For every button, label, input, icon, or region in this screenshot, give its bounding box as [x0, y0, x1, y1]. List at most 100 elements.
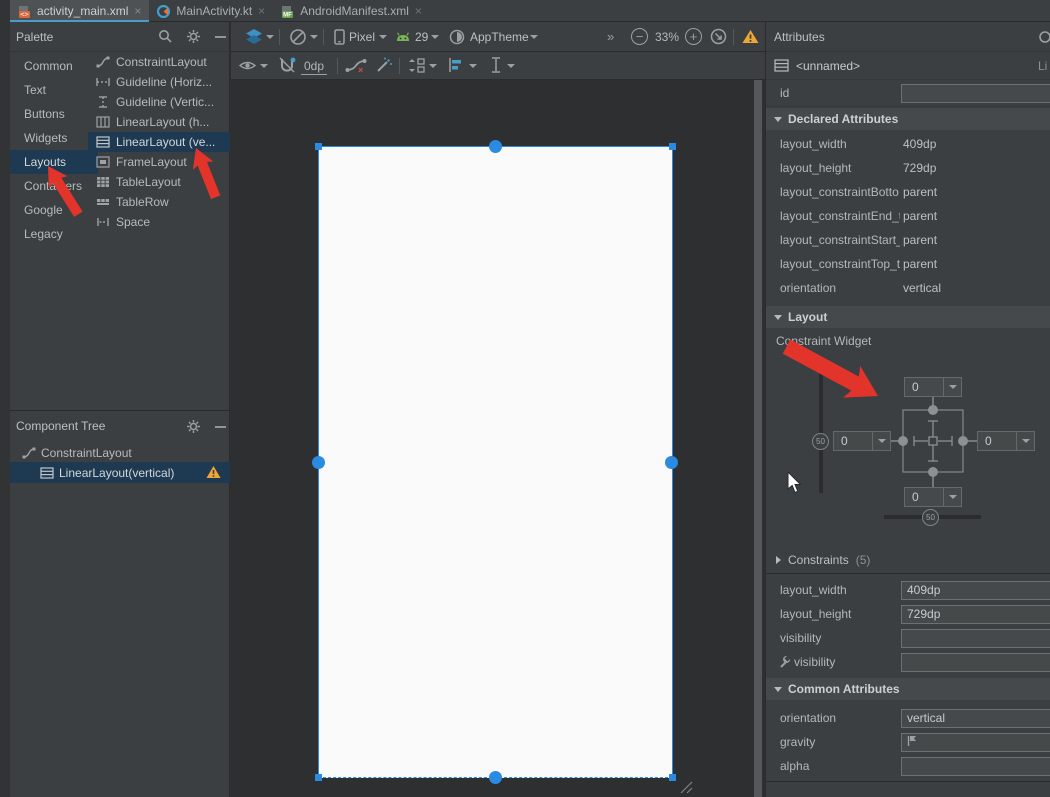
design-mode-icon[interactable]	[245, 29, 263, 45]
constraint-anchor-left[interactable]	[312, 456, 325, 469]
linearlayout-vertical-icon	[40, 467, 54, 479]
hide-panel-icon[interactable]	[214, 30, 227, 43]
attr-row-visibility[interactable]: visibility	[766, 626, 1050, 650]
palette-category-text[interactable]: Text	[10, 78, 88, 102]
toolbar-overflow-chevron[interactable]: »	[607, 29, 614, 44]
tab-mainactivity-kt[interactable]: MainActivity.kt ×	[149, 0, 273, 22]
chevron-down-icon[interactable]	[469, 64, 477, 68]
chevron-down-icon[interactable]	[507, 64, 515, 68]
gear-icon[interactable]	[186, 419, 201, 434]
palette-item-framelayout[interactable]: FrameLayout	[88, 152, 230, 172]
margin-left-dropdown[interactable]: 0	[833, 431, 891, 451]
orientation-icon[interactable]	[289, 28, 307, 46]
selection-handle-top-left[interactable]	[315, 143, 322, 150]
chevron-down-icon[interactable]	[266, 35, 274, 39]
section-common-attributes[interactable]: Common Attributes	[766, 678, 1050, 700]
palette-item-space[interactable]: Space	[88, 212, 230, 232]
device-icon[interactable]	[334, 29, 345, 45]
attr-row-constraint-end[interactable]: layout_constraintEnd_tparent	[766, 204, 1050, 228]
selection-handle-bottom-right[interactable]	[669, 774, 676, 781]
chevron-down-icon[interactable]	[260, 64, 268, 68]
constraint-anchor-bottom[interactable]	[489, 771, 502, 784]
id-input[interactable]	[901, 84, 1050, 103]
theme-icon[interactable]	[449, 29, 465, 45]
default-margin-button[interactable]: 0dp	[301, 59, 327, 75]
close-icon[interactable]: ×	[415, 4, 422, 18]
clear-constraints-icon[interactable]: ×	[345, 57, 367, 74]
attr-row-orientation[interactable]: orientationvertical	[766, 276, 1050, 300]
attr-row-layout-height[interactable]: layout_height729dp	[766, 156, 1050, 180]
attr-row-common-orientation[interactable]: orientationvertical	[766, 706, 1050, 730]
close-icon[interactable]: ×	[258, 4, 265, 18]
margin-top-dropdown[interactable]: 0	[904, 377, 962, 397]
constraints-collapsed-section[interactable]: Constraints (5)	[766, 548, 1050, 572]
chevron-down-icon[interactable]	[379, 35, 387, 39]
attr-row-constraint-start[interactable]: layout_constraintStart_tparent	[766, 228, 1050, 252]
palette-category-containers[interactable]: Containers	[10, 174, 88, 198]
palette-item-tablerow[interactable]: TableRow	[88, 192, 230, 212]
attr-row-alpha[interactable]: alpha	[766, 754, 1050, 778]
align-icon[interactable]	[448, 57, 465, 73]
attr-row-layout-width[interactable]: layout_width409dp	[766, 132, 1050, 156]
palette-item-linearlayout-horizontal[interactable]: LinearLayout (h...	[88, 112, 230, 132]
palette-category-layouts[interactable]: Layouts	[10, 150, 98, 174]
palette-item-tablelayout[interactable]: TableLayout	[88, 172, 230, 192]
zoom-to-fit-icon[interactable]	[710, 28, 727, 45]
attr-row-gravity[interactable]: gravity	[766, 730, 1050, 754]
attr-row-constraint-top[interactable]: layout_constraintTop_tparent	[766, 252, 1050, 276]
hide-panel-icon[interactable]	[214, 420, 227, 433]
selection-handle-top-right[interactable]	[669, 143, 676, 150]
search-icon[interactable]	[158, 29, 173, 44]
palette-category-common[interactable]: Common	[10, 54, 88, 78]
constraint-anchor-top[interactable]	[489, 140, 502, 153]
design-canvas[interactable]	[231, 80, 765, 797]
gear-icon[interactable]	[186, 29, 201, 44]
section-layout[interactable]: Layout	[766, 306, 1050, 328]
warnings-errors-icon[interactable]	[742, 29, 759, 44]
chevron-down-icon[interactable]	[429, 64, 437, 68]
api-level-selector[interactable]: 29	[415, 30, 428, 44]
selection-handle-bottom-left[interactable]	[315, 774, 322, 781]
vertical-bias-knob[interactable]: 50	[812, 433, 829, 450]
constraint-anchor-right[interactable]	[665, 456, 678, 469]
chevron-down-icon[interactable]	[310, 35, 318, 39]
horizontal-bias-knob[interactable]: 50	[922, 509, 939, 526]
linearlayout-preview-selected[interactable]	[318, 146, 673, 778]
pack-icon[interactable]	[408, 57, 426, 74]
zoom-out-button[interactable]: −	[631, 28, 648, 45]
section-declared-attributes[interactable]: Declared Attributes	[766, 108, 1050, 130]
palette-item-constraintlayout[interactable]: ConstraintLayout	[88, 52, 230, 72]
palette-item-linearlayout-vertical[interactable]: LinearLayout (ve...	[88, 132, 230, 152]
palette-item-guideline-vertical[interactable]: Guideline (Vertic...	[88, 92, 230, 112]
palette-category-widgets[interactable]: Widgets	[10, 126, 88, 150]
infer-constraints-icon[interactable]	[375, 57, 393, 74]
constraint-widget[interactable]: 0 0 0 0 50 50	[766, 355, 1050, 545]
guidelines-icon[interactable]	[489, 56, 502, 74]
attr-row-constraint-bottom[interactable]: layout_constraintBottoparent	[766, 180, 1050, 204]
palette-item-guideline-horizontal[interactable]: Guideline (Horiz...	[88, 72, 230, 92]
chevron-down-icon[interactable]	[530, 35, 538, 39]
autoconnect-off-icon[interactable]	[278, 57, 296, 74]
attr-row-layout-height-field[interactable]: layout_height729dp	[766, 602, 1050, 626]
close-icon[interactable]: ×	[134, 4, 141, 18]
margin-right-dropdown[interactable]: 0	[977, 431, 1035, 451]
palette-category-legacy[interactable]: Legacy	[10, 222, 88, 246]
palette-category-buttons[interactable]: Buttons	[10, 102, 88, 126]
attr-row-layout-width-field[interactable]: layout_width409dp	[766, 578, 1050, 602]
attr-row-tools-visibility[interactable]: visibility	[766, 650, 1050, 674]
canvas-scrollbar[interactable]	[754, 80, 762, 797]
device-selector[interactable]: Pixel	[349, 30, 375, 44]
canvas-resize-grip[interactable]	[678, 780, 694, 794]
palette-category-google[interactable]: Google	[10, 198, 88, 222]
theme-selector[interactable]: AppTheme	[470, 30, 529, 44]
view-options-icon[interactable]	[239, 59, 256, 72]
search-icon[interactable]	[1038, 30, 1050, 45]
chevron-down-icon[interactable]	[431, 35, 439, 39]
tab-androidmanifest-xml[interactable]: MF AndroidManifest.xml ×	[273, 0, 430, 22]
tree-item-constraintlayout[interactable]: ConstraintLayout	[22, 443, 132, 462]
margin-bottom-dropdown[interactable]: 0	[904, 487, 962, 507]
android-api-icon[interactable]	[395, 31, 411, 42]
tree-item-linearlayout-selected[interactable]: LinearLayout(vertical)	[10, 462, 230, 483]
tab-activity-main-xml[interactable]: <> activity_main.xml ×	[10, 0, 149, 22]
zoom-in-button[interactable]: +	[685, 28, 702, 45]
